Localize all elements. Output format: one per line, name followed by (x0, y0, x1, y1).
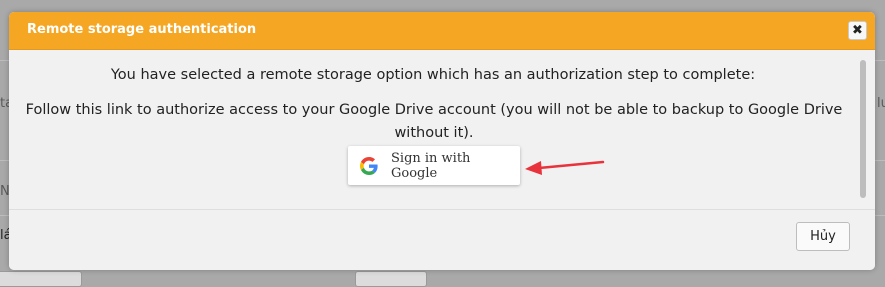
red-pointer-arrow-icon (525, 160, 605, 175)
scrollbar-thumb[interactable] (860, 60, 866, 198)
cancel-button[interactable]: Hủy (796, 222, 850, 251)
selected-option-message: You have selected a remote storage optio… (110, 67, 756, 83)
background-input (0, 271, 82, 287)
sign-in-with-google-label: Sign in with Google (391, 150, 471, 181)
background-text-fragment: lu (877, 96, 885, 111)
dialog-title: Remote storage authentication (27, 22, 257, 37)
close-button[interactable]: ✖ (848, 21, 867, 40)
dialog-footer: Hủy (9, 209, 875, 270)
google-g-icon (360, 156, 378, 175)
dialog-body: You have selected a remote storage optio… (9, 50, 857, 210)
sign-in-with-google-button[interactable]: Sign in with Google (348, 146, 520, 185)
background-button (355, 271, 427, 287)
authorize-instruction: Follow this link to authorize access to … (25, 102, 843, 141)
close-icon: ✖ (852, 23, 863, 38)
remote-storage-auth-dialog: Remote storage authentication ✖ You have… (9, 12, 875, 270)
dialog-titlebar: Remote storage authentication ✖ (9, 12, 875, 50)
dialog-scrollbar[interactable] (858, 60, 868, 200)
